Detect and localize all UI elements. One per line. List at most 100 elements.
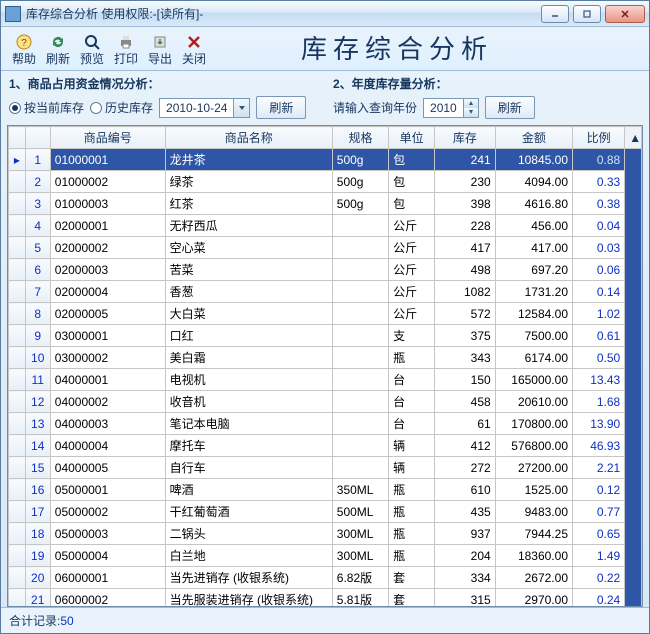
- table-row[interactable]: 802000005大白菜公斤57212584.001.02: [9, 303, 642, 325]
- radio-dot-icon: [9, 102, 21, 114]
- spin-up-icon[interactable]: [464, 99, 478, 108]
- table-row[interactable]: 402000001无籽西瓜公斤228456.000.04: [9, 215, 642, 237]
- table-row[interactable]: 502000002空心菜公斤417417.000.03: [9, 237, 642, 259]
- cell-spec: [332, 457, 388, 479]
- cell-code: 04000003: [50, 413, 165, 435]
- cell-spec: [332, 281, 388, 303]
- table-row[interactable]: 602000003苦菜公斤498697.200.06: [9, 259, 642, 281]
- cell-amount: 170800.00: [495, 413, 572, 435]
- row-indicator: [9, 215, 26, 237]
- cell-stock: 334: [435, 567, 496, 589]
- table-row[interactable]: 903000001口红支3757500.000.61: [9, 325, 642, 347]
- cell-amount: 2672.00: [495, 567, 572, 589]
- radio-dot-icon: [90, 102, 102, 114]
- preview-button[interactable]: 预览: [75, 32, 109, 66]
- cell-spec: 5.81版: [332, 589, 388, 607]
- cell-amount: 20610.00: [495, 391, 572, 413]
- cell-stock: 610: [435, 479, 496, 501]
- table-row[interactable]: 1104000001电视机台150165000.0013.43: [9, 369, 642, 391]
- window-title: 库存综合分析 使用权限:-[读所有]-: [26, 5, 541, 22]
- cell-name: 当先服装进销存 (收银系统): [165, 589, 332, 607]
- col-spec[interactable]: 规格: [332, 127, 388, 149]
- table-row[interactable]: 2106000002当先服装进销存 (收银系统)5.81版套3152970.00…: [9, 589, 642, 607]
- cell-amount: 18360.00: [495, 545, 572, 567]
- cell-spec: [332, 325, 388, 347]
- table-row[interactable]: 1705000002干红葡萄酒500ML瓶4359483.000.77: [9, 501, 642, 523]
- radio-history-stock[interactable]: 历史库存: [90, 99, 153, 116]
- help-icon: ?: [7, 32, 41, 52]
- col-stock[interactable]: 库存: [435, 127, 496, 149]
- cell-stock: 937: [435, 523, 496, 545]
- table-row[interactable]: 2006000001当先进销存 (收银系统)6.82版套3342672.000.…: [9, 567, 642, 589]
- table-row[interactable]: 1504000005自行车辆27227200.002.21: [9, 457, 642, 479]
- cell-stock: 498: [435, 259, 496, 281]
- table-row[interactable]: 702000004香葱公斤10821731.200.14: [9, 281, 642, 303]
- cell-name: 红茶: [165, 193, 332, 215]
- col-amount[interactable]: 金额: [495, 127, 572, 149]
- row-indicator: [9, 347, 26, 369]
- cell-code: 03000001: [50, 325, 165, 347]
- table-row[interactable]: 1304000003笔记本电脑台61170800.0013.90: [9, 413, 642, 435]
- page-title: 库存综合分析: [211, 29, 643, 66]
- cell-spec: 300ML: [332, 523, 388, 545]
- cell-code: 02000001: [50, 215, 165, 237]
- cell-stock: 228: [435, 215, 496, 237]
- date-combobox[interactable]: 2010-10-24: [159, 98, 250, 118]
- col-code[interactable]: 商品编号: [50, 127, 165, 149]
- year-spinner[interactable]: 2010: [423, 98, 479, 118]
- cell-code: 05000004: [50, 545, 165, 567]
- cell-unit: 公斤: [389, 303, 435, 325]
- help-button[interactable]: ?帮助: [7, 32, 41, 66]
- refresh-button-1[interactable]: 刷新: [256, 96, 306, 119]
- cell-unit: 辆: [389, 435, 435, 457]
- cell-unit: 公斤: [389, 259, 435, 281]
- row-indicator: ▸: [9, 149, 26, 171]
- cell-spec: [332, 215, 388, 237]
- table-row[interactable]: 1605000001啤酒350ML瓶6101525.000.12: [9, 479, 642, 501]
- window-minimize-button[interactable]: [541, 5, 569, 23]
- cell-name: 美白霜: [165, 347, 332, 369]
- window-maximize-button[interactable]: [573, 5, 601, 23]
- cell-amount: 6174.00: [495, 347, 572, 369]
- cell-stock: 398: [435, 193, 496, 215]
- table-row[interactable]: 1905000004白兰地300ML瓶20418360.001.49: [9, 545, 642, 567]
- cell-amount: 417.00: [495, 237, 572, 259]
- close-button[interactable]: 关闭: [177, 32, 211, 66]
- col-ratio[interactable]: 比例: [573, 127, 625, 149]
- cell-amount: 1731.20: [495, 281, 572, 303]
- cell-ratio: 46.93: [573, 435, 625, 457]
- print-button[interactable]: 打印: [109, 32, 143, 66]
- refresh-button-2[interactable]: 刷新: [485, 96, 535, 119]
- vertical-scrollbar[interactable]: ▲: [625, 127, 642, 149]
- table-row[interactable]: 301000003红茶500g包3984616.800.38: [9, 193, 642, 215]
- radio-current-stock[interactable]: 按当前库存: [9, 99, 84, 116]
- table-row[interactable]: 1404000004摩托车辆412576800.0046.93: [9, 435, 642, 457]
- cell-amount: 10845.00: [495, 149, 572, 171]
- row-index: 11: [25, 369, 50, 391]
- cell-name: 香葱: [165, 281, 332, 303]
- row-indicator: [9, 589, 26, 607]
- table-row[interactable]: 1805000003二锅头300ML瓶9377944.250.65: [9, 523, 642, 545]
- col-unit[interactable]: 单位: [389, 127, 435, 149]
- cell-stock: 150: [435, 369, 496, 391]
- cell-ratio: 0.77: [573, 501, 625, 523]
- row-indicator: [9, 545, 26, 567]
- status-bar: 合计记录:50: [1, 607, 649, 633]
- export-button[interactable]: 导出: [143, 32, 177, 66]
- table-row[interactable]: 1003000002美白霜瓶3436174.000.50: [9, 347, 642, 369]
- titlebar: 库存综合分析 使用权限:-[读所有]-: [1, 1, 649, 27]
- table-row[interactable]: 201000002绿茶500g包2304094.000.33: [9, 171, 642, 193]
- table-row[interactable]: ▸101000001龙井茶500g包24110845.000.88: [9, 149, 642, 171]
- cell-unit: 公斤: [389, 215, 435, 237]
- refresh-button[interactable]: 刷新: [41, 32, 75, 66]
- spin-down-icon[interactable]: [464, 108, 478, 117]
- table-row[interactable]: 1204000002收音机台45820610.001.68: [9, 391, 642, 413]
- col-name[interactable]: 商品名称: [165, 127, 332, 149]
- row-indicator: [9, 457, 26, 479]
- cell-name: 龙井茶: [165, 149, 332, 171]
- vertical-scrollbar-track[interactable]: [625, 149, 642, 607]
- cell-unit: 台: [389, 391, 435, 413]
- window-close-button[interactable]: [605, 5, 645, 23]
- cell-unit: 支: [389, 325, 435, 347]
- cell-name: 干红葡萄酒: [165, 501, 332, 523]
